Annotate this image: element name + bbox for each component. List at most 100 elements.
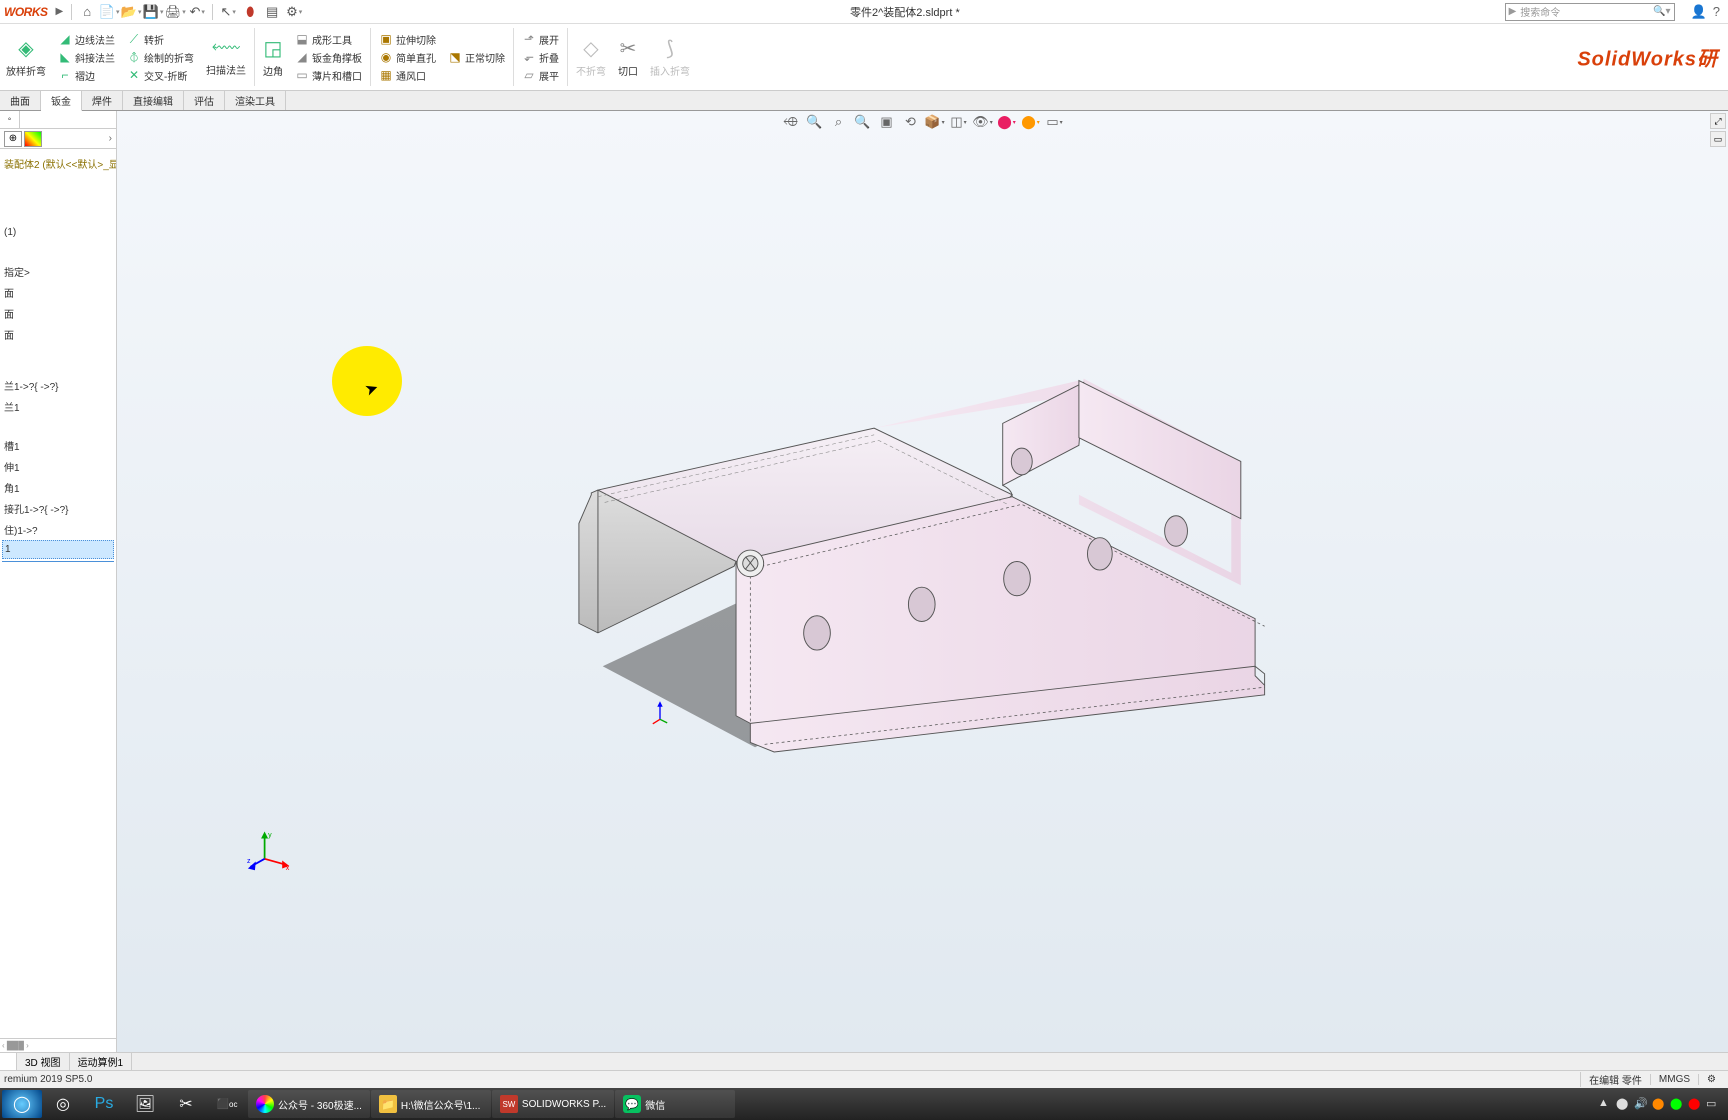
tab-direct-edit[interactable]: 直接编辑 — [123, 91, 184, 110]
tree-item-selected[interactable]: 1 — [2, 540, 114, 559]
tree-item[interactable]: 住)1->? — [2, 519, 114, 540]
scene-icon[interactable]: ⬤ — [1022, 113, 1040, 131]
help-icon[interactable]: ? — [1713, 4, 1720, 20]
chevron-right-icon[interactable]: › — [109, 133, 112, 144]
search-icon: ▶ — [1509, 6, 1517, 17]
3d-viewport[interactable]: ⬲ 🔍 ⌕ 🔍 ▣ ⟲ 📦 ◫ 👁 ⬤ ⬤ ▭ ⤢ ▭ ➤ — [117, 111, 1728, 1052]
rip-button[interactable]: ✂切口 — [612, 24, 644, 90]
undo-icon[interactable]: ↶ — [187, 2, 207, 22]
tree-item[interactable]: 兰1->?{ ->?} — [2, 375, 114, 396]
tab-slot-button[interactable]: ▭薄片和槽口 — [295, 67, 362, 84]
tree-item[interactable]: (1) — [2, 224, 114, 241]
normal-cut-button[interactable]: ⬔正常切除 — [448, 49, 505, 66]
tab-weldment[interactable]: 焊件 — [82, 91, 123, 110]
hem-button[interactable]: ⌐褶边 — [58, 67, 115, 84]
hide-show-icon[interactable]: 👁 — [974, 113, 992, 131]
tree-item[interactable]: 面 — [2, 303, 114, 324]
taskbar-explorer[interactable]: 📁H:\微信公众号\1... — [371, 1090, 491, 1118]
statusbar: remium 2019 SP5.0 在编辑 零件 MMGS ⚙ — [0, 1070, 1728, 1088]
panel-icon[interactable]: ▭ — [1710, 131, 1726, 147]
loft-bend-button[interactable]: ◈放样折弯 — [0, 24, 52, 90]
tree-item[interactable]: 指定> — [2, 261, 114, 282]
edge-flange-button[interactable]: ◢边线法兰 — [58, 31, 115, 48]
tree-item[interactable]: 接孔1->?{ ->?} — [2, 498, 114, 519]
tray-icon[interactable]: 🔊 — [1634, 1097, 1648, 1111]
taskbar-gallery-icon[interactable]: 🖼 — [125, 1090, 165, 1118]
section-view-icon[interactable]: ▣ — [878, 113, 896, 131]
open-icon[interactable]: 📂 — [121, 2, 141, 22]
tree-item[interactable]: 面 — [2, 282, 114, 303]
tree-icon[interactable]: ⊕ — [4, 131, 22, 147]
zoom-area-icon[interactable]: ⌕ — [830, 113, 848, 131]
start-button[interactable]: ◯ — [2, 1090, 42, 1118]
tray-icon[interactable]: ▭ — [1706, 1097, 1720, 1111]
appearance-icon[interactable]: ⬤ — [998, 113, 1016, 131]
system-tray[interactable]: ▲ ⬤ 🔊 ⬤ ⬤ ⬤ ▭ — [1592, 1097, 1726, 1111]
save-icon[interactable]: 💾 — [143, 2, 163, 22]
settings-icon[interactable]: ⚙ — [284, 2, 304, 22]
previous-view-icon[interactable]: 🔍 — [854, 113, 872, 131]
unfold-button[interactable]: ⬏展开 — [522, 31, 559, 48]
triad-icon[interactable]: ⬲ — [782, 113, 800, 131]
taskbar-ps-icon[interactable]: Ps — [84, 1090, 124, 1118]
btab-3dview[interactable]: 3D 视图 — [17, 1053, 70, 1070]
user-icon[interactable]: 👤 — [1691, 4, 1707, 20]
tray-icon[interactable]: ⬤ — [1688, 1097, 1702, 1111]
rebuild-icon[interactable]: ⬮ — [240, 2, 260, 22]
tab-sheetmetal[interactable]: 钣金 — [41, 91, 82, 111]
simple-hole-button[interactable]: ◉简单直孔 — [379, 49, 436, 66]
btab-model[interactable] — [0, 1053, 17, 1070]
corner-button[interactable]: ◲边角 — [257, 24, 289, 90]
dynamic-icon[interactable]: ⟲ — [902, 113, 920, 131]
tray-icon[interactable]: ⬤ — [1652, 1097, 1666, 1111]
config-icon[interactable] — [24, 131, 42, 147]
tab-render[interactable]: 渲染工具 — [225, 91, 286, 110]
side-scrollbar[interactable]: ‹ ███ › — [0, 1038, 116, 1052]
miter-flange-button[interactable]: ◣斜接法兰 — [58, 49, 115, 66]
taskbar-app-2[interactable]: ⬛oc — [207, 1090, 247, 1118]
gusset-button[interactable]: ◢钣金角撑板 — [295, 49, 362, 66]
view-toolbar: ⬲ 🔍 ⌕ 🔍 ▣ ⟲ 📦 ◫ 👁 ⬤ ⬤ ▭ — [782, 113, 1064, 131]
taskbar-app-1[interactable]: ◎ — [43, 1090, 83, 1118]
print-icon[interactable]: 🖨 — [165, 2, 185, 22]
tab-surface[interactable]: 曲面 — [0, 91, 41, 110]
select-icon[interactable]: ↖ — [218, 2, 238, 22]
tree-item[interactable]: 角1 — [2, 477, 114, 498]
flatten-button[interactable]: ▱展平 — [522, 67, 559, 84]
options-icon[interactable]: ▤ — [262, 2, 282, 22]
extrude-cut-button[interactable]: ▣拉伸切除 — [379, 31, 436, 48]
new-icon[interactable]: 📄 — [99, 2, 119, 22]
display-style-icon[interactable]: ◫ — [950, 113, 968, 131]
cross-break-button[interactable]: ✕交叉-折断 — [127, 67, 194, 84]
expand-icon[interactable]: ⤢ — [1710, 113, 1726, 129]
swept-flange-button[interactable]: ⬳扫描法兰 — [200, 24, 252, 90]
jog-button[interactable]: ⟋转折 — [127, 31, 194, 48]
search-input[interactable]: ▶ 搜索命令 🔍▾ — [1505, 3, 1675, 21]
btab-motion[interactable]: 运动算例1 — [70, 1053, 133, 1070]
tray-icon[interactable]: ▲ — [1598, 1097, 1612, 1111]
taskbar-browser[interactable]: 公众号 - 360极速... — [248, 1090, 370, 1118]
view-orientation-icon[interactable]: 📦 — [926, 113, 944, 131]
vent-button[interactable]: ▦通风口 — [379, 67, 436, 84]
tree-item[interactable]: 伸1 — [2, 456, 114, 477]
play-icon[interactable]: ▶ — [52, 6, 68, 17]
side-tab-1[interactable]: ◦ — [0, 111, 20, 128]
no-bend-button: ◇不折弯 — [570, 24, 612, 90]
tree-root[interactable]: 装配体2 (默认<<默认>_显 — [2, 153, 114, 174]
tray-icon[interactable]: ⬤ — [1616, 1097, 1630, 1111]
home-icon[interactable]: ⌂ — [77, 2, 97, 22]
fold-button[interactable]: ⬐折叠 — [522, 49, 559, 66]
tab-evaluate[interactable]: 评估 — [184, 91, 225, 110]
zoom-fit-icon[interactable]: 🔍 — [806, 113, 824, 131]
tree-item[interactable]: 槽1 — [2, 435, 114, 456]
taskbar-solidworks[interactable]: SWSOLIDWORKS P... — [492, 1090, 614, 1118]
forming-tool-button[interactable]: ⬓成形工具 — [295, 31, 362, 48]
tray-icon[interactable]: ⬤ — [1670, 1097, 1684, 1111]
sketched-bend-button[interactable]: ⦽绘制的折弯 — [127, 49, 194, 66]
feature-tree[interactable]: 装配体2 (默认<<默认>_显 (1) 指定> 面 面 面 兰1->?{ ->?… — [0, 149, 116, 1038]
tree-item[interactable]: 面 — [2, 324, 114, 345]
viewport-icon[interactable]: ▭ — [1046, 113, 1064, 131]
taskbar-wechat[interactable]: 💬微信 — [615, 1090, 735, 1118]
taskbar-snip-icon[interactable]: ✂ — [166, 1090, 206, 1118]
tree-item[interactable]: 兰1 — [2, 396, 114, 417]
